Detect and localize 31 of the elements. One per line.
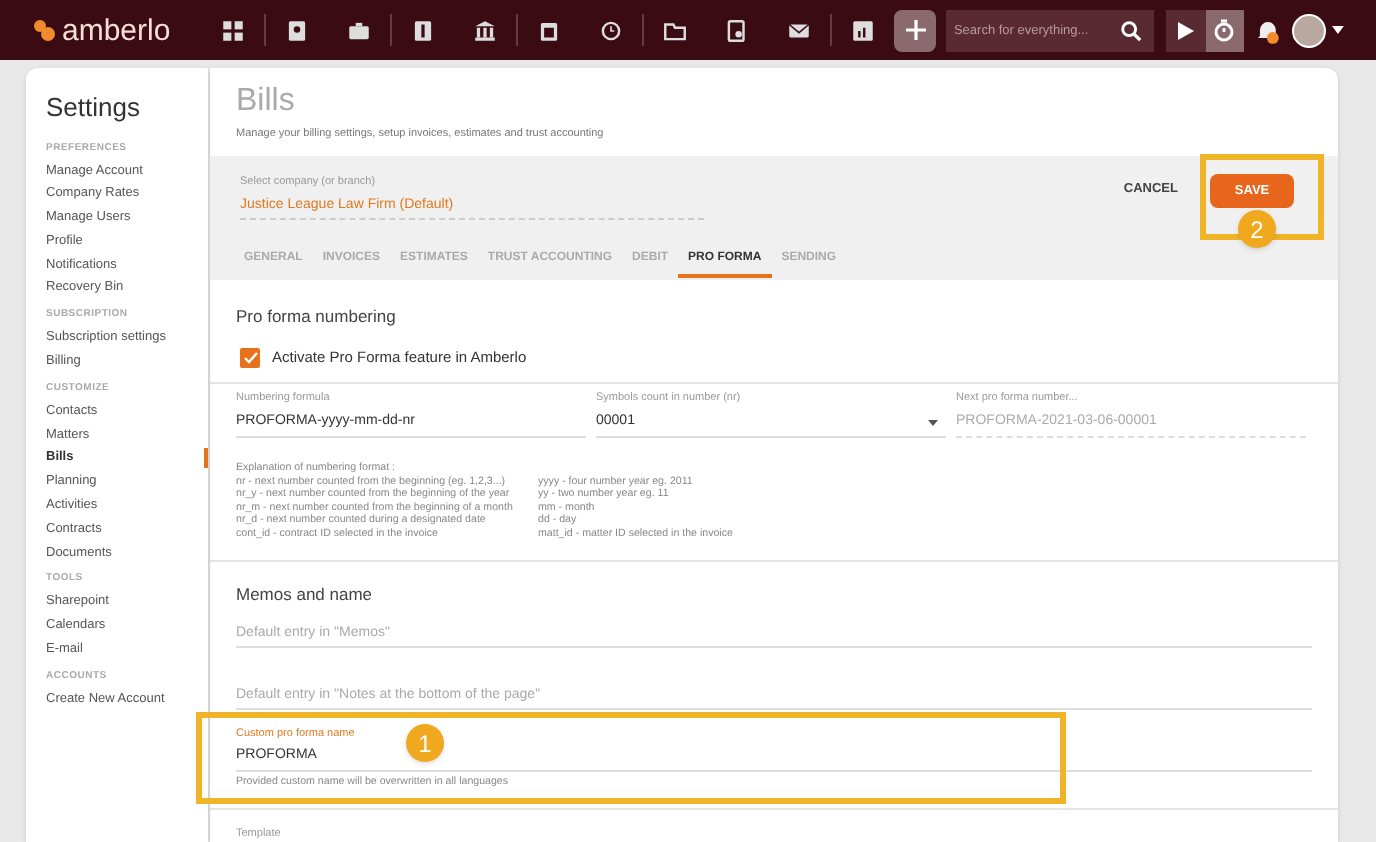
stopwatch-icon (1212, 18, 1237, 42)
bell-icon[interactable] (1256, 17, 1281, 43)
avatar[interactable] (1292, 13, 1327, 47)
logo-icon (32, 18, 56, 42)
briefcase-icon[interactable] (346, 17, 373, 43)
folder-icon[interactable] (662, 17, 689, 43)
dropdown-icon (928, 420, 938, 427)
sidebar-title: Settings (46, 90, 142, 126)
grid-icon[interactable] (220, 17, 247, 43)
checkbox[interactable] (240, 347, 260, 368)
search-icon (1120, 19, 1143, 41)
selection-marker (204, 448, 208, 469)
chart-icon[interactable] (850, 17, 877, 43)
search-button[interactable] (1109, 9, 1154, 51)
play-button[interactable] (1165, 9, 1206, 51)
section-heading: Pro forma numbering (236, 303, 398, 329)
document-search-icon[interactable] (724, 17, 751, 43)
stopwatch-button[interactable] (1205, 9, 1245, 51)
document-icon[interactable] (410, 17, 437, 43)
section-heading: Memos and name (236, 582, 375, 609)
page-title: Bills (236, 82, 297, 122)
clock-icon[interactable] (598, 17, 625, 43)
calendar-icon[interactable] (536, 17, 563, 43)
add-button[interactable] (894, 9, 936, 51)
logo-text: amberlo (62, 15, 171, 45)
id-card-icon[interactable] (284, 17, 311, 43)
caret-icon[interactable] (1332, 26, 1344, 34)
bank-icon[interactable] (472, 17, 499, 43)
play-icon (1177, 21, 1194, 39)
plus-icon (905, 20, 926, 40)
check-icon (243, 351, 257, 364)
